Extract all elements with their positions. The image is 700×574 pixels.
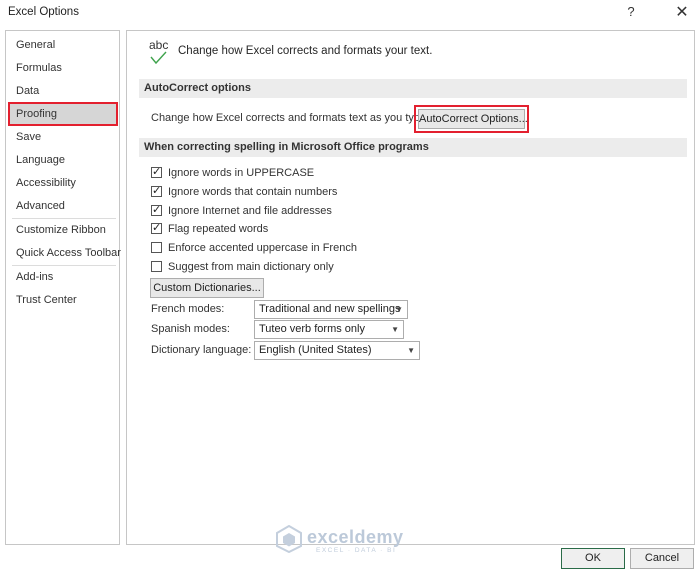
sidebar-item-formulas[interactable]: Formulas xyxy=(9,57,117,79)
category-sidebar: General Formulas Data Proofing Save Lang… xyxy=(5,30,121,545)
sidebar-item-trust-center[interactable]: Trust Center xyxy=(9,289,117,311)
ignore-numbers-checkbox[interactable]: ✓ xyxy=(151,185,162,197)
main-dictionary-only-checkbox[interactable] xyxy=(151,261,162,272)
enforce-accented-checkbox[interactable] xyxy=(151,242,162,253)
ignore-uppercase-checkbox[interactable]: ✓ xyxy=(151,166,162,178)
custom-dictionaries-button[interactable]: Custom Dictionaries... xyxy=(150,278,264,298)
dictionary-language-value: English (United States) xyxy=(259,344,372,356)
sidebar-item-general[interactable]: General xyxy=(9,34,117,56)
sidebar-item-accessibility[interactable]: Accessibility xyxy=(9,172,117,194)
chevron-down-icon: ▼ xyxy=(407,346,415,355)
close-icon[interactable]: ✕ xyxy=(674,2,690,22)
dictionary-language-label: Dictionary language: xyxy=(151,344,252,356)
autocorrect-options-button[interactable]: AutoCorrect Options... xyxy=(414,105,529,133)
sidebar-item-language[interactable]: Language xyxy=(9,149,117,171)
sidebar-item-add-ins[interactable]: Add-ins xyxy=(9,266,117,288)
check-mark-icon: ✓ xyxy=(152,166,162,178)
chevron-down-icon: ▼ xyxy=(395,305,403,314)
ignore-internet-checkbox[interactable]: ✓ xyxy=(151,204,162,216)
sidebar-item-customize-ribbon[interactable]: Customize Ribbon xyxy=(9,219,117,241)
spanish-modes-label: Spanish modes: xyxy=(151,323,230,335)
title-bar: Excel Options ? ✕ xyxy=(0,0,700,28)
spelling-section-header: When correcting spelling in Microsoft Of… xyxy=(139,138,687,157)
flag-repeated-label: Flag repeated words xyxy=(168,223,269,235)
check-mark-icon: ✓ xyxy=(152,185,162,197)
check-icon xyxy=(150,51,167,65)
sidebar-item-quick-access-toolbar[interactable]: Quick Access Toolbar xyxy=(9,242,121,264)
chevron-down-icon: ▼ xyxy=(391,325,399,334)
dictionary-language-select[interactable]: English (United States) ▼ xyxy=(254,341,420,360)
sidebar-item-data[interactable]: Data xyxy=(9,80,117,102)
sidebar-item-proofing[interactable]: Proofing xyxy=(8,102,118,126)
french-modes-label: French modes: xyxy=(151,303,225,315)
check-mark-icon: ✓ xyxy=(152,222,162,234)
spanish-modes-value: Tuteo verb forms only xyxy=(259,323,365,335)
panel-header-text: Change how Excel corrects and formats yo… xyxy=(178,45,433,57)
proofing-panel: abc Change how Excel corrects and format… xyxy=(126,30,695,545)
exceldemy-logo-icon xyxy=(276,525,302,553)
flag-repeated-checkbox[interactable]: ✓ xyxy=(151,222,162,234)
ignore-internet-label: Ignore Internet and file addresses xyxy=(168,205,332,217)
french-modes-value: Traditional and new spellings xyxy=(259,303,401,315)
sidebar-item-advanced[interactable]: Advanced xyxy=(9,195,117,217)
ok-button[interactable]: OK xyxy=(561,548,625,569)
french-modes-select[interactable]: Traditional and new spellings ▼ xyxy=(254,300,408,319)
abc-check-icon: abc xyxy=(147,38,173,65)
main-dictionary-only-label: Suggest from main dictionary only xyxy=(168,261,334,273)
autocorrect-section-header: AutoCorrect options xyxy=(139,79,687,98)
spanish-modes-select[interactable]: Tuteo verb forms only ▼ xyxy=(254,320,404,339)
cancel-button[interactable]: Cancel xyxy=(630,548,694,569)
enforce-accented-label: Enforce accented uppercase in French xyxy=(168,242,357,254)
window-title: Excel Options xyxy=(8,6,79,18)
help-icon[interactable]: ? xyxy=(624,4,638,19)
ignore-uppercase-label: Ignore words in UPPERCASE xyxy=(168,167,315,179)
ignore-numbers-label: Ignore words that contain numbers xyxy=(168,186,338,198)
autocorrect-description: Change how Excel corrects and formats te… xyxy=(151,112,430,124)
check-mark-icon: ✓ xyxy=(152,204,162,216)
watermark-name: exceldemy xyxy=(307,527,404,547)
watermark-tagline: EXCEL · DATA · BI xyxy=(316,547,397,554)
sidebar-item-save[interactable]: Save xyxy=(9,126,117,148)
